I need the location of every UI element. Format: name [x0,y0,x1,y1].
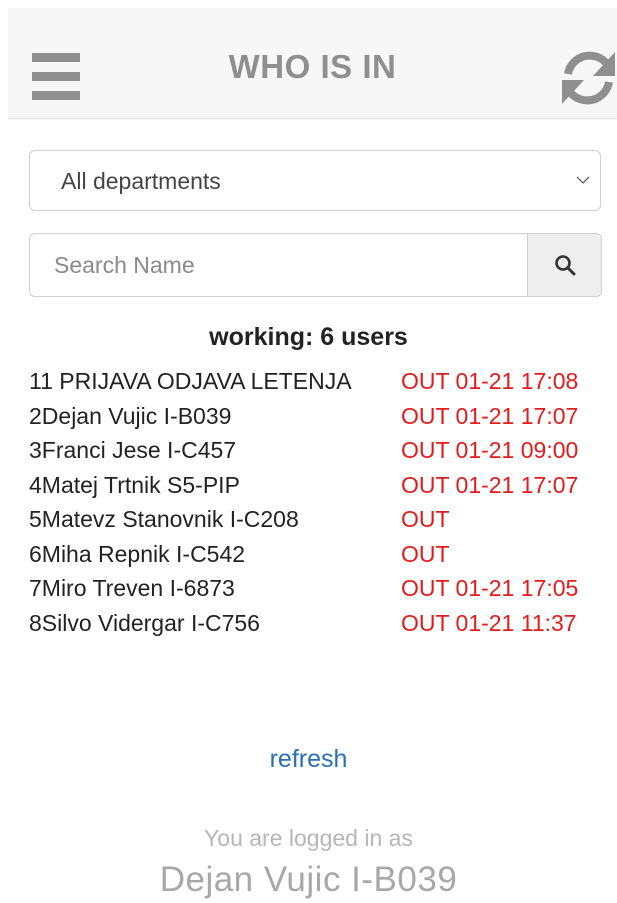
refresh-link[interactable]: refresh [0,745,617,774]
user-status: OUT 01-21 11:37 [401,609,577,636]
user-status: OUT 01-21 09:00 [401,437,579,463]
user-status: OUT [401,540,450,567]
refresh-icon[interactable] [560,46,617,110]
user-name: 6Miha Repnik I-C542 [29,540,246,567]
user-status: OUT 01-21 17:08 [401,368,579,394]
user-status: OUT 01-21 17:07 [401,402,579,429]
list-item[interactable]: 3Franci Jese I-C457 OUT 01-21 09:00 [29,433,609,468]
user-status: OUT [401,506,450,532]
list-item[interactable]: 4Matej Trtnik S5-PIP OUT 01-21 17:07 [29,468,609,503]
user-name: 11 PRIJAVA ODJAVA LETENJA [29,368,352,394]
user-name: 5Matevz Stanovnik I-C208 [29,506,299,532]
list-item[interactable]: 8Silvo Vidergar I-C756 OUT 01-21 11:37 [29,606,609,641]
list-item[interactable]: 5Matevz Stanovnik I-C208 OUT [29,502,609,537]
list-item[interactable]: 7Miro Treven I-6873 OUT 01-21 17:05 [29,571,609,606]
user-name: 3Franci Jese I-C457 [29,437,237,463]
list-item[interactable]: 2Dejan Vujic I-B039 OUT 01-21 17:07 [29,399,609,434]
search-button[interactable] [527,234,601,296]
user-name: 7Miro Treven I-6873 [29,575,235,601]
logged-in-label: You are logged in as [204,825,413,851]
search-input[interactable] [30,234,527,296]
logged-in-user: Dejan Vujic I-B039 [159,860,458,899]
working-count: working: 6 users [209,323,408,351]
user-name: 4Matej Trtnik S5-PIP [29,471,240,498]
app-header: WHO IS IN [8,8,617,119]
list-item[interactable]: 11 PRIJAVA ODJAVA LETENJA OUT 01-21 17:0… [29,364,609,399]
department-select-value: All departments [61,168,221,194]
page-title: WHO IS IN [228,48,397,85]
user-name: 8Silvo Vidergar I-C756 [29,609,260,636]
search-group [29,233,602,297]
user-name: 2Dejan Vujic I-B039 [29,402,232,429]
list-item[interactable]: 6Miha Repnik I-C542 OUT [29,537,609,572]
user-status: OUT 01-21 17:07 [401,471,579,498]
search-icon [555,255,576,276]
user-list: 11 PRIJAVA ODJAVA LETENJA OUT 01-21 17:0… [29,364,609,640]
department-select[interactable]: All departments [29,150,601,211]
user-status: OUT 01-21 17:05 [401,575,579,601]
chevron-down-icon [576,176,590,184]
